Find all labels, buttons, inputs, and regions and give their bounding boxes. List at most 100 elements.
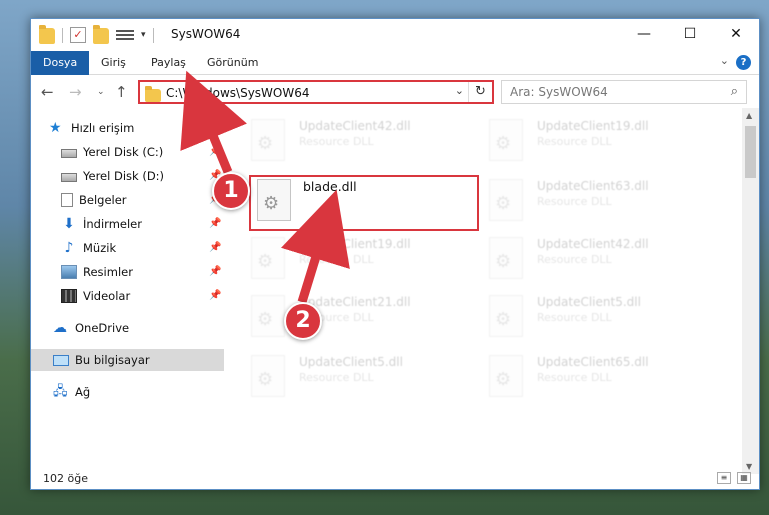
file-item-highlighted[interactable]: blade.dll	[249, 175, 479, 231]
file-type: Resource DLL	[537, 371, 612, 384]
network-icon: 🖧	[53, 384, 68, 399]
address-bar[interactable]: C:\Windows\SysWOW64 ⌄ ↻	[138, 80, 494, 104]
properties-check-icon[interactable]: ✓	[70, 27, 86, 43]
pictures-icon	[61, 265, 77, 279]
file-item[interactable]: UpdateClient42.dll Resource DLL	[481, 233, 711, 289]
new-folder-icon[interactable]	[93, 25, 109, 44]
details-view-icon[interactable]: ≡	[717, 472, 731, 484]
nav-item-onedrive[interactable]: ☁ OneDrive	[53, 317, 129, 339]
tab-view[interactable]: Görünüm	[195, 51, 270, 75]
step-2-badge: 2	[284, 302, 322, 340]
customize-toolbar-chevron-icon[interactable]: ▾	[141, 30, 146, 40]
scroll-up-arrow-icon[interactable]: ▲	[746, 111, 752, 120]
file-item[interactable]: UpdateClient19.dll Resource DLL	[243, 233, 473, 289]
nav-item-local-disk-c[interactable]: Yerel Disk (C:) 📌	[61, 141, 221, 163]
file-list: UpdateClient42.dll Resource DLL UpdateCl…	[243, 115, 739, 465]
dll-file-icon	[489, 119, 523, 161]
nav-item-quick-access[interactable]: ★ Hızlı erişim	[49, 117, 134, 139]
nav-item-network[interactable]: 🖧 Ağ	[53, 381, 90, 403]
drive-icon	[61, 149, 77, 158]
file-name: UpdateClient19.dll	[299, 237, 411, 251]
close-button[interactable]: ✕	[713, 19, 759, 49]
nav-label: Yerel Disk (C:)	[83, 145, 164, 159]
large-icons-view-icon[interactable]: ▦	[737, 472, 751, 484]
file-item[interactable]: UpdateClient5.dll Resource DLL	[243, 351, 473, 407]
recent-locations-chevron-icon[interactable]: ⌄	[97, 87, 105, 97]
file-item[interactable]: UpdateClient63.dll Resource DLL	[481, 175, 711, 231]
tab-share[interactable]: Paylaş	[139, 51, 198, 75]
tab-home[interactable]: Giriş	[89, 51, 138, 75]
minimize-button[interactable]: —	[621, 19, 667, 49]
properties-list-icon[interactable]	[116, 28, 134, 42]
quick-access-toolbar: ✓ ▾	[39, 25, 154, 44]
file-name: UpdateClient65.dll	[537, 355, 649, 369]
file-type: Resource DLL	[299, 371, 374, 384]
title-bar: ✓ ▾ SysWOW64 — ☐ ✕	[31, 19, 759, 51]
back-arrow-icon[interactable]: ←	[41, 83, 54, 101]
nav-item-this-pc[interactable]: Bu bilgisayar	[31, 349, 224, 371]
computer-icon	[53, 354, 69, 366]
dll-file-icon	[489, 355, 523, 397]
address-path[interactable]: C:\Windows\SysWOW64	[166, 86, 310, 100]
navigation-pane: ★ Hızlı erişim Yerel Disk (C:) 📌 Yerel D…	[31, 115, 224, 460]
up-arrow-icon[interactable]: ↑	[115, 83, 128, 101]
drive-icon	[61, 173, 77, 182]
ribbon-expand-chevron-icon[interactable]: ⌄	[720, 54, 729, 67]
nav-label: Videolar	[83, 289, 131, 303]
file-item[interactable]: UpdateClient65.dll Resource DLL	[481, 351, 711, 407]
dll-file-icon	[257, 179, 291, 221]
search-icon[interactable]: ⌕	[731, 84, 738, 99]
nav-item-pictures[interactable]: Resimler 📌	[61, 261, 221, 283]
search-input[interactable]	[502, 81, 702, 103]
music-icon: ♪	[64, 240, 74, 256]
file-name: UpdateClient5.dll	[537, 295, 641, 309]
address-history-chevron-icon[interactable]: ⌄	[455, 84, 464, 97]
dll-file-icon	[489, 179, 523, 221]
videos-icon	[61, 289, 77, 303]
nav-label: Resimler	[83, 265, 133, 279]
tab-file[interactable]: Dosya	[31, 51, 90, 75]
nav-item-local-disk-d[interactable]: Yerel Disk (D:) 📌	[61, 165, 221, 187]
forward-arrow-icon[interactable]: →	[69, 83, 82, 101]
nav-label: Müzik	[83, 241, 117, 255]
file-item[interactable]: UpdateClient19.dll Resource DLL	[481, 115, 711, 171]
vertical-scrollbar[interactable]: ▲ ▼	[742, 108, 759, 474]
scrollbar-thumb[interactable]	[745, 126, 756, 178]
file-name: UpdateClient19.dll	[537, 119, 649, 133]
downloads-icon: ⬇	[63, 216, 75, 232]
file-item[interactable]: UpdateClient42.dll Resource DLL	[243, 115, 473, 171]
dll-file-icon	[489, 295, 523, 337]
folder-icon	[145, 86, 161, 102]
pin-icon: 📌	[209, 266, 222, 277]
file-item[interactable]: UpdateClient5.dll Resource DLL	[481, 291, 711, 347]
dll-file-icon	[251, 237, 285, 279]
toolbar-divider	[152, 27, 154, 43]
nav-item-videos[interactable]: Videolar 📌	[61, 285, 221, 307]
nav-label: Hızlı erişim	[71, 121, 135, 135]
help-icon[interactable]: ?	[736, 55, 751, 70]
nav-item-music[interactable]: ♪ Müzik 📌	[61, 237, 222, 259]
nav-label: Belgeler	[79, 193, 127, 207]
nav-label: Ağ	[75, 385, 91, 399]
file-item[interactable]: UpdateClient21.dll Resource DLL	[243, 291, 473, 347]
search-box[interactable]: ⌕	[501, 80, 747, 104]
dll-file-icon	[251, 355, 285, 397]
file-name: blade.dll	[303, 179, 357, 194]
status-bar: 102 öğe ≡ ▦	[31, 469, 759, 489]
dll-file-icon	[251, 119, 285, 161]
file-type: Resource DLL	[299, 253, 374, 266]
cloud-icon: ☁	[53, 320, 67, 336]
step-1-badge: 1	[212, 172, 250, 210]
nav-item-downloads[interactable]: ⬇ İndirmeler 📌	[61, 213, 221, 235]
address-row: ← → ⌄ ↑ C:\Windows\SysWOW64 ⌄ ↻ ⌕	[31, 76, 759, 108]
nav-item-documents[interactable]: Belgeler 📌	[61, 189, 221, 211]
file-name: UpdateClient42.dll	[537, 237, 649, 251]
window-title: SysWOW64	[171, 27, 241, 41]
refresh-icon[interactable]: ↻	[468, 82, 492, 102]
star-icon: ★	[49, 120, 62, 136]
folder-icon[interactable]	[39, 25, 55, 44]
documents-icon	[61, 193, 73, 207]
view-switcher: ≡ ▦	[717, 472, 751, 484]
maximize-button[interactable]: ☐	[667, 19, 713, 49]
window-controls: — ☐ ✕	[621, 19, 759, 49]
